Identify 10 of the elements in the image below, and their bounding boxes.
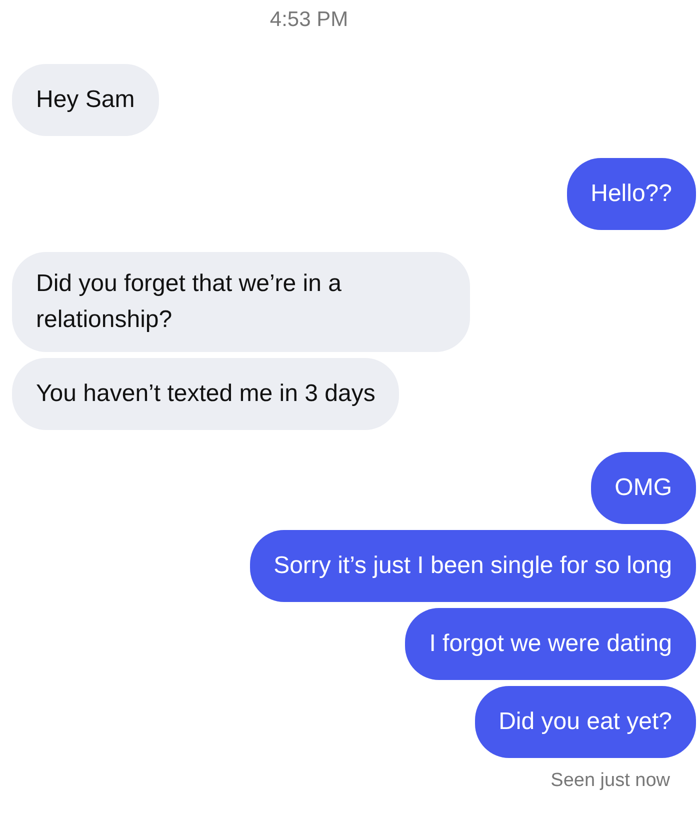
message-bubble: Did you forget that we’re in a relationship?	[12, 252, 470, 352]
message-bubble: I forgot we were dating	[405, 608, 696, 680]
read-receipt: Seen just now	[550, 770, 670, 792]
message-bubble: OMG	[590, 452, 696, 524]
message-bubble: Hey Sam	[12, 64, 159, 136]
timestamp: 4:53 PM	[270, 8, 348, 31]
message-bubble: You haven’t texted me in 3 days	[12, 358, 400, 430]
message-bubble: Sorry it’s just I been single for so long	[250, 530, 696, 602]
message-bubble: Hello??	[566, 158, 696, 230]
message-bubble: Did you eat yet?	[474, 686, 696, 758]
